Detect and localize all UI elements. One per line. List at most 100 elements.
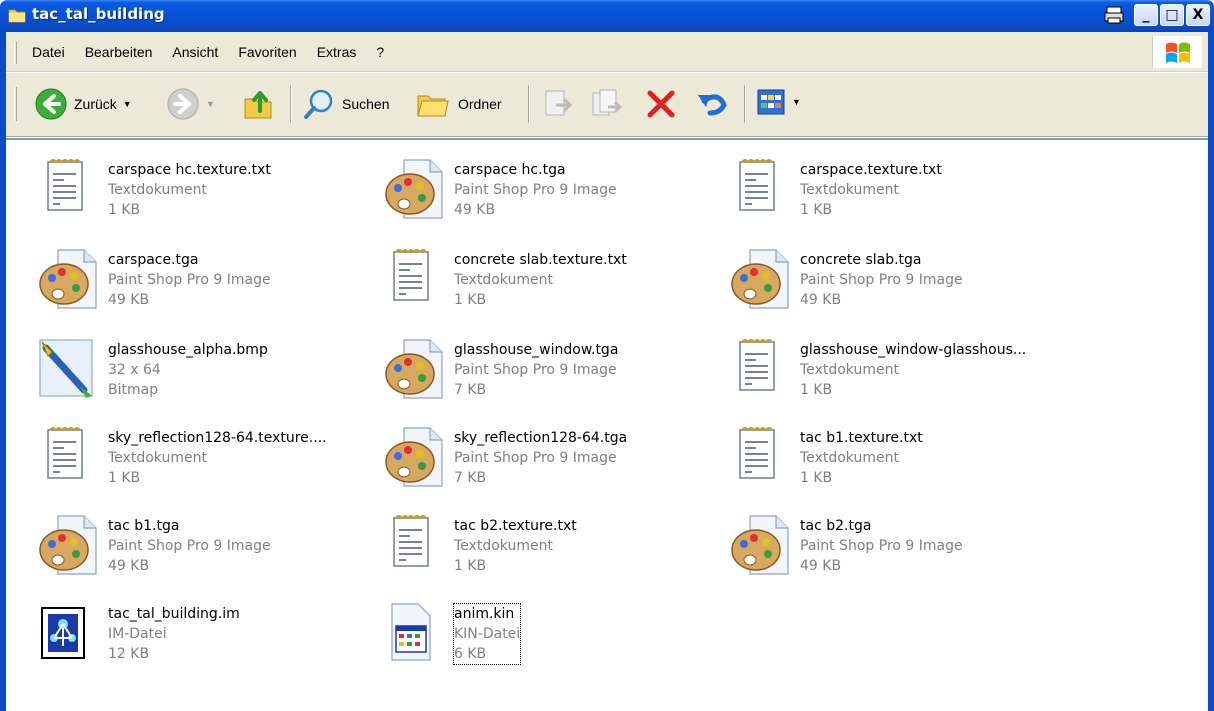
file-item[interactable]: sky_reflection128-64.texture.... Textdoku… <box>36 424 366 508</box>
im-file-icon <box>36 600 96 664</box>
menu-help[interactable]: ? <box>376 44 384 60</box>
maximize-button[interactable]: □ <box>1160 4 1184 26</box>
file-item[interactable]: anim.kin KIN-Datei 6 KB <box>382 600 712 684</box>
views-button[interactable]: ▼ <box>756 87 801 117</box>
file-label: glasshouse_window-glasshous... Textdokume… <box>800 340 1026 400</box>
toolbar-separator <box>528 85 530 123</box>
file-type: Textdokument <box>108 182 207 198</box>
file-type: Paint Shop Pro 9 Image <box>800 538 963 554</box>
menu-bar: Datei Bearbeiten Ansicht Favoriten Extra… <box>6 32 1208 72</box>
file-name: glasshouse_window.tga <box>454 342 619 358</box>
file-item[interactable]: concrete slab.texture.txt Textdokument 1 K… <box>382 246 712 330</box>
file-size: 7 KB <box>454 470 487 486</box>
move-to-icon <box>545 90 573 116</box>
paint-palette-icon <box>382 156 443 220</box>
text-document-icon <box>382 512 442 576</box>
file-name: anim.kin <box>454 606 515 622</box>
file-name: tac_tal_building.im <box>108 606 240 622</box>
file-label: tac b1.tga Paint Shop Pro 9 Image 49 KB <box>108 516 271 576</box>
file-label: carspace hc.tga Paint Shop Pro 9 Image 49 … <box>454 160 617 220</box>
text-document-icon <box>36 424 96 488</box>
toolbar-separator <box>290 85 292 123</box>
file-item[interactable]: tac_tal_building.im IM-Datei 12 KB <box>36 600 366 684</box>
file-item[interactable]: glasshouse_window-glasshous... Textdokume… <box>728 336 1058 420</box>
file-item[interactable]: carspace.texture.txt Textdokument 1 KB <box>728 156 1058 240</box>
back-label: Zurück <box>74 96 117 112</box>
file-label: concrete slab.texture.txt Textdokument 1 K… <box>454 250 627 310</box>
menu-ansicht[interactable]: Ansicht <box>172 44 218 60</box>
file-item[interactable]: tac b1.texture.txt Textdokument 1 KB <box>728 424 1058 508</box>
close-button[interactable]: X <box>1186 4 1210 26</box>
file-label: sky_reflection128-64.tga Paint Shop Pro 9… <box>454 428 627 488</box>
forward-button[interactable]: ▼ <box>166 87 215 121</box>
file-name: sky_reflection128-64.texture.... <box>108 430 327 446</box>
file-name: carspace hc.texture.txt <box>108 162 271 178</box>
toolbar-separator <box>744 85 746 123</box>
copy-to-button[interactable] <box>590 87 624 121</box>
file-type: Paint Shop Pro 9 Image <box>108 538 271 554</box>
file-size: 49 KB <box>108 558 150 574</box>
file-type: IM-Datei <box>108 626 167 642</box>
file-item[interactable]: tac b2.texture.txt Textdokument 1 KB <box>382 512 712 596</box>
file-label: tac b2.tga Paint Shop Pro 9 Image 49 KB <box>800 516 963 576</box>
paint-palette-icon <box>728 246 789 310</box>
file-type: Paint Shop Pro 9 Image <box>454 182 617 198</box>
views-dropdown-icon[interactable]: ▼ <box>792 97 801 107</box>
file-item[interactable]: glasshouse_window.tga Paint Shop Pro 9 Im… <box>382 336 712 420</box>
back-arrow-icon <box>35 88 67 120</box>
file-list-view[interactable]: carspace hc.texture.txt Textdokument 1 KB … <box>6 138 1208 711</box>
file-item[interactable]: sky_reflection128-64.tga Paint Shop Pro 9… <box>382 424 712 508</box>
file-item[interactable]: carspace hc.texture.txt Textdokument 1 KB <box>36 156 366 240</box>
menu-grip[interactable] <box>14 42 17 64</box>
text-document-icon <box>728 424 788 488</box>
delete-icon <box>647 90 675 118</box>
file-size: 1 KB <box>108 470 141 486</box>
file-label: carspace.texture.txt Textdokument 1 KB <box>800 160 942 220</box>
undo-button[interactable] <box>694 87 730 121</box>
file-label: concrete slab.tga Paint Shop Pro 9 Image 4… <box>800 250 963 310</box>
print-icon[interactable] <box>1102 4 1126 26</box>
file-label: carspace.tga Paint Shop Pro 9 Image 49 KB <box>108 250 271 310</box>
up-folder-button[interactable] <box>242 87 274 121</box>
move-to-button[interactable] <box>542 87 576 121</box>
menu-datei[interactable]: Datei <box>32 44 65 60</box>
minimize-button[interactable]: _ <box>1134 4 1158 26</box>
menu-favoriten[interactable]: Favoriten <box>238 44 296 60</box>
forward-arrow-icon <box>167 88 199 120</box>
file-size: 12 KB <box>108 646 150 662</box>
paint-palette-icon <box>36 246 97 310</box>
file-name: sky_reflection128-64.tga <box>454 430 628 446</box>
file-size: 49 KB <box>800 292 842 308</box>
forward-dropdown-icon[interactable]: ▼ <box>206 99 215 109</box>
menu-extras[interactable]: Extras <box>317 44 357 60</box>
search-icon <box>304 89 333 119</box>
file-name: glasshouse_window-glasshous... <box>800 342 1027 358</box>
file-item[interactable]: carspace.tga Paint Shop Pro 9 Image 49 KB <box>36 246 366 330</box>
title-bar[interactable]: tac_tal_building _ □ X <box>0 0 1214 32</box>
file-item[interactable]: concrete slab.tga Paint Shop Pro 9 Image 4… <box>728 246 1058 330</box>
file-type: Textdokument <box>800 182 899 198</box>
menu-bearbeiten[interactable]: Bearbeiten <box>85 44 153 60</box>
undo-icon <box>698 94 727 116</box>
folders-button[interactable]: Ordner <box>416 87 502 121</box>
file-size: 1 KB <box>108 202 141 218</box>
file-size: 7 KB <box>454 382 487 398</box>
toolbar-grip[interactable] <box>14 87 17 121</box>
delete-button[interactable] <box>644 87 678 121</box>
back-button[interactable]: Zurück ▼ <box>34 87 132 121</box>
file-item[interactable]: glasshouse_alpha.bmp 32 x 64 Bitmap <box>36 336 366 420</box>
file-size: 49 KB <box>108 292 150 308</box>
file-size: 1 KB <box>454 292 487 308</box>
file-size: 49 KB <box>800 558 842 574</box>
text-document-icon <box>382 246 442 310</box>
back-dropdown-icon[interactable]: ▼ <box>123 99 132 109</box>
file-type: Paint Shop Pro 9 Image <box>108 272 271 288</box>
file-item[interactable]: tac b1.tga Paint Shop Pro 9 Image 49 KB <box>36 512 366 596</box>
search-button[interactable]: Suchen <box>302 87 389 121</box>
windows-logo-icon <box>1152 36 1202 68</box>
file-item[interactable]: carspace hc.tga Paint Shop Pro 9 Image 49 … <box>382 156 712 240</box>
file-item[interactable]: tac b2.tga Paint Shop Pro 9 Image 49 KB <box>728 512 1058 596</box>
file-size: 1 KB <box>800 470 833 486</box>
file-name: glasshouse_alpha.bmp <box>108 342 268 358</box>
text-document-icon <box>728 156 788 220</box>
